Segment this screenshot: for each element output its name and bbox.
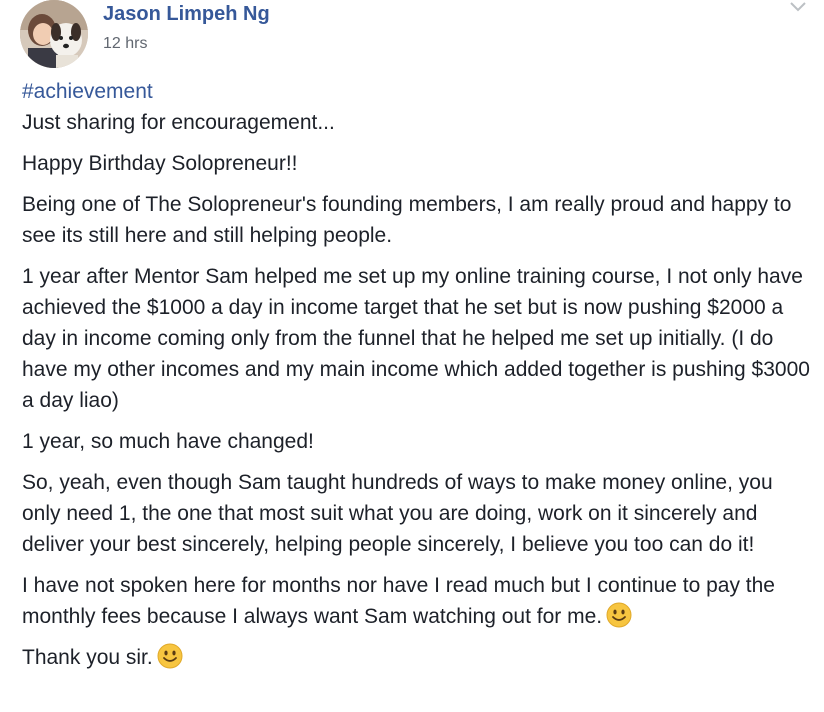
paragraph-birthday: Happy Birthday Solopreneur!!: [22, 152, 298, 175]
post-options-button[interactable]: [788, 0, 808, 14]
author-name[interactable]: Jason Limpeh Ng: [103, 3, 270, 26]
chevron-down-icon: [790, 2, 806, 12]
hashtag-link[interactable]: #achievement: [22, 76, 812, 107]
smiley-face-icon: [606, 602, 632, 628]
post-timestamp[interactable]: 12 hrs: [103, 35, 147, 53]
paragraph-fees-text: I have not spoken here for months nor ha…: [22, 574, 775, 628]
paragraph-thanks: Thank you sir.: [22, 642, 812, 673]
post-body: #achievement Just sharing for encouragem…: [22, 76, 812, 683]
author-avatar[interactable]: [20, 0, 88, 68]
paragraph-founding: Being one of The Solopreneur's founding …: [22, 193, 792, 247]
facebook-post: Jason Limpeh Ng 12 hrs #achievement Just…: [0, 0, 824, 712]
paragraph-advice: So, yeah, even though Sam taught hundred…: [22, 471, 773, 556]
paragraph-changed: 1 year, so much have changed!: [22, 430, 314, 453]
paragraph-fees: I have not spoken here for months nor ha…: [22, 570, 812, 632]
avatar-photo: [20, 0, 88, 68]
paragraph-income: 1 year after Mentor Sam helped me set up…: [22, 265, 810, 412]
paragraph-intro: Just sharing for encouragement...: [22, 111, 335, 134]
paragraph-thanks-text: Thank you sir.: [22, 646, 153, 669]
smiley-face-icon: [157, 643, 183, 669]
